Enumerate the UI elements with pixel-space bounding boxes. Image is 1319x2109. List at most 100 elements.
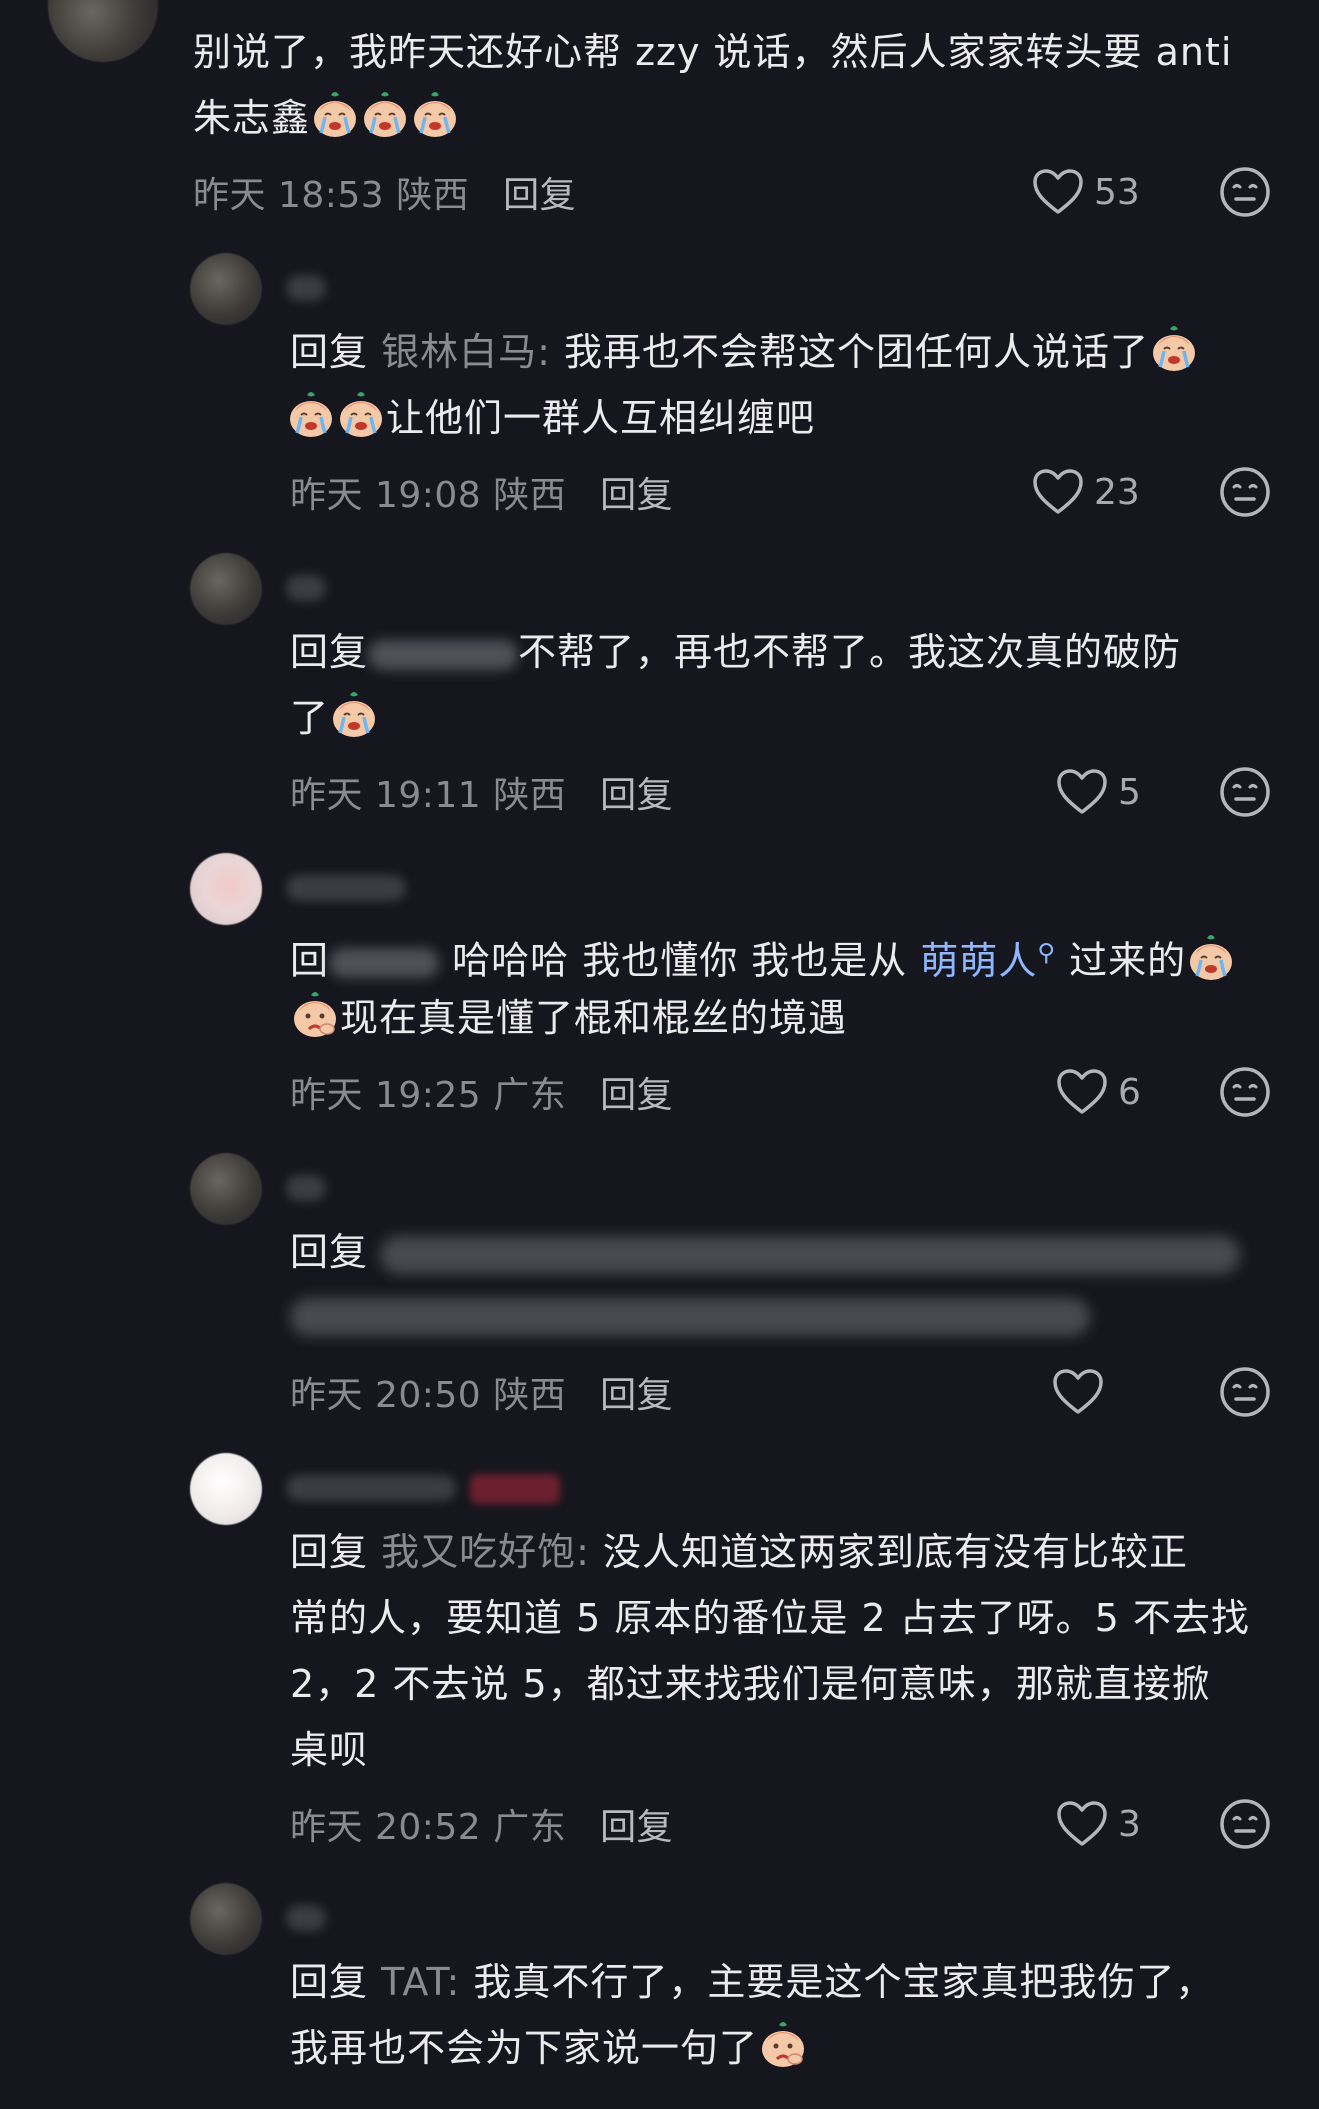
comment-text: 回复 不帮了，再也不帮了。我这次真的破防 <box>290 620 1181 685</box>
comment-text: 2，2 不去说 5，都过来找我们是何意味，那就直接掀 <box>290 1652 1211 1717</box>
like-button[interactable]: 6 <box>1056 1064 1141 1120</box>
comment-text-line: 2，2 不去说 5，都过来找我们是何意味，那就直接掀 <box>290 1662 1211 1706</box>
like-button[interactable]: 23 <box>1032 464 1140 520</box>
reply-button[interactable]: 回复 <box>600 475 673 516</box>
comment-time: 昨天 18:53 <box>193 175 385 216</box>
reply-prefix: 回复 <box>290 1530 369 1574</box>
reply-to-user[interactable]: TAT: <box>381 1960 460 2004</box>
comment-text: 朱志鑫 <box>193 86 460 151</box>
comment-time: 昨天 19:11 <box>290 775 482 816</box>
comment-time: 昨天 20:50 <box>290 1375 482 1416</box>
blurred-text <box>380 1236 1240 1274</box>
reply-button[interactable]: 回复 <box>503 175 576 216</box>
comment-text-line: 哈哈哈 我也懂你 我也是从 <box>452 938 908 983</box>
comment-meta: 昨天 19:11 陕西 回复 <box>290 766 673 818</box>
heart-icon <box>1032 468 1084 516</box>
dislike-face-icon[interactable] <box>1218 1065 1272 1119</box>
username[interactable] <box>286 1475 456 1501</box>
comment-meta: 昨天 19:25 广东 回复 <box>290 1066 673 1118</box>
crying-emoji-icon <box>337 389 385 439</box>
comment-time: 昨天 19:08 <box>290 475 482 516</box>
reply-to-user[interactable]: 我又吃好饱: <box>381 1530 590 1574</box>
reply-button[interactable]: 回复 <box>600 775 673 816</box>
avatar[interactable] <box>190 253 262 325</box>
reply-prefix: 回复 <box>290 630 369 674</box>
comment-region: 广东 <box>493 1075 567 1116</box>
crying-emoji-icon <box>330 689 378 739</box>
comment-region: 陕西 <box>396 175 470 216</box>
username[interactable] <box>286 875 406 901</box>
like-count: 6 <box>1118 1071 1141 1113</box>
username[interactable] <box>286 275 326 301</box>
like-button[interactable]: 53 <box>1032 164 1140 220</box>
comment-text: 回复 TAT: 我真不行了，主要是这个宝家真把我伤了， <box>290 1950 1214 2015</box>
comment-text-line: 让他们一群人互相纠缠吧 <box>386 396 816 440</box>
like-button[interactable] <box>1052 1364 1114 1420</box>
heart-icon <box>1056 1068 1108 1116</box>
comment-text-line: 不帮了，再也不帮了。我这次真的破防 <box>518 630 1182 674</box>
reply-prefix: 回复 <box>290 330 369 374</box>
author-badge <box>470 1474 560 1504</box>
sad-emoji-icon <box>291 989 339 1039</box>
comment-text-line: 我再也不会为下家说一句了 <box>290 2026 759 2070</box>
comment-text-line: 朱志鑫 <box>193 96 311 140</box>
comment-meta: 昨天 19:08 陕西 回复 <box>290 466 673 518</box>
comment-region: 陕西 <box>493 775 567 816</box>
comment-time: 昨天 20:52 <box>290 1807 482 1848</box>
like-button[interactable]: 5 <box>1056 764 1141 820</box>
username[interactable] <box>286 1905 326 1931</box>
avatar[interactable] <box>190 853 262 925</box>
crying-emoji-icon <box>1187 932 1235 982</box>
avatar[interactable] <box>190 1153 262 1225</box>
blurred-text <box>290 1298 1090 1336</box>
avatar[interactable] <box>190 1883 262 1955</box>
crying-emoji-icon <box>287 389 335 439</box>
comment-text: 现在真是懂了棍和棍丝的境遇 <box>290 986 847 1051</box>
reply-button[interactable]: 回复 <box>600 1807 673 1848</box>
reply-to-user[interactable]: 银林白马: <box>381 330 551 374</box>
reply-to-user[interactable] <box>329 948 440 979</box>
comment-text: 回复 银林白马: 我再也不会帮这个团任何人说话了 <box>290 320 1199 385</box>
reply-button[interactable]: 回复 <box>600 1075 673 1116</box>
reply-prefix: 回复 <box>290 1960 369 2004</box>
comment-text: 我再也不会为下家说一句了 <box>290 2016 808 2081</box>
comment-text-line: 我真不行了，主要是这个宝家真把我伤了， <box>473 1960 1215 2004</box>
comment-text-line: 我再也不会帮这个团任何人说话了 <box>564 330 1150 374</box>
comment-text: 回复 我又吃好饱: 没人知道这两家到底有没有比较正 <box>290 1520 1188 1585</box>
dislike-face-icon[interactable] <box>1218 765 1272 819</box>
search-link[interactable]: 萌萌人⚲ <box>920 938 1056 983</box>
avatar[interactable] <box>190 1453 262 1525</box>
like-count: 53 <box>1094 171 1140 213</box>
like-button[interactable]: 3 <box>1056 1796 1141 1852</box>
search-icon: ⚲ <box>1037 938 1056 966</box>
comment-text-line: 了 <box>290 696 330 740</box>
reply-prefix: 回复 <box>290 1230 369 1274</box>
crying-emoji-icon <box>411 89 459 139</box>
avatar[interactable] <box>48 0 158 62</box>
comment-text: 回复 <box>290 1220 368 1285</box>
dislike-face-icon[interactable] <box>1218 165 1272 219</box>
comment-region: 陕西 <box>493 475 567 516</box>
crying-emoji-icon <box>311 89 359 139</box>
like-count: 3 <box>1118 1803 1141 1845</box>
reply-button[interactable]: 回复 <box>600 1375 673 1416</box>
heart-icon <box>1052 1368 1104 1416</box>
comment-text: 桌呗 <box>290 1718 368 1783</box>
dislike-face-icon[interactable] <box>1218 1365 1272 1419</box>
comment-meta: 昨天 20:50 陕西 回复 <box>290 1366 673 1418</box>
reply-prefix: 回 <box>290 938 330 983</box>
heart-icon <box>1032 168 1084 216</box>
username[interactable] <box>286 575 326 601</box>
comment-region: 广东 <box>493 1807 567 1848</box>
heart-icon <box>1056 1800 1108 1848</box>
comment-region: 陕西 <box>493 1375 567 1416</box>
dislike-face-icon[interactable] <box>1218 465 1272 519</box>
sad-emoji-icon <box>759 2019 807 2069</box>
dislike-face-icon[interactable] <box>1218 1797 1272 1851</box>
reply-to-user[interactable] <box>368 639 519 670</box>
crying-emoji-icon <box>361 89 409 139</box>
like-count: 5 <box>1118 771 1141 813</box>
username[interactable] <box>286 1175 326 1201</box>
comment-text-line: 桌呗 <box>290 1728 369 1772</box>
avatar[interactable] <box>190 553 262 625</box>
